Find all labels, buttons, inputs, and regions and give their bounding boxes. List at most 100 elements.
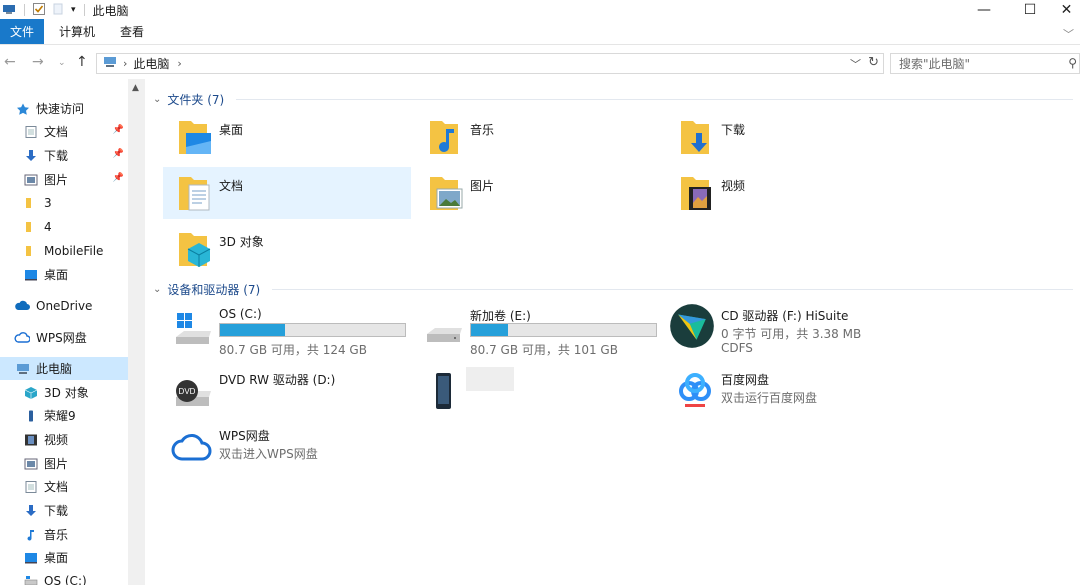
- address-bar[interactable]: › 此电脑 › ﹀ ↻: [96, 53, 884, 74]
- properties-checkmark-icon[interactable]: [33, 2, 45, 18]
- quick-access-toolbar: ▾: [0, 0, 85, 20]
- address-dropdown-chevron-icon[interactable]: ﹀: [850, 56, 861, 72]
- drive-item-dvd[interactable]: DVD DVD RW 驱动器 (D:): [163, 365, 411, 411]
- drive-icon: [24, 575, 38, 585]
- sidebar-item-onedrive[interactable]: OneDrive: [0, 294, 128, 317]
- tab-view[interactable]: 查看: [107, 19, 156, 44]
- sidebar-item-music[interactable]: 音乐: [0, 523, 128, 546]
- folder-item-videos[interactable]: 视频: [665, 167, 913, 219]
- sidebar-item-videos[interactable]: 视频: [0, 428, 128, 451]
- sidebar-item-pictures[interactable]: 图片: [0, 452, 128, 475]
- collapse-chevron-icon[interactable]: ⌄: [153, 284, 161, 295]
- search-icon[interactable]: ⚲: [1068, 56, 1077, 70]
- sidebar-item-folder-4[interactable]: 4: [0, 215, 128, 238]
- collapse-chevron-icon[interactable]: ⌄: [153, 94, 161, 105]
- folder-item-downloads[interactable]: 下载: [665, 111, 913, 163]
- customize-toolbar-chevron-icon[interactable]: ▾: [71, 5, 76, 15]
- tab-file[interactable]: 文件: [0, 19, 44, 44]
- sidebar-item-mobilefile[interactable]: MobileFile: [0, 239, 128, 262]
- folder-item-3d-objects[interactable]: 3D 对象: [163, 223, 411, 275]
- drive-item-c[interactable]: OS (C:) 80.7 GB 可用，共 124 GB: [163, 301, 411, 359]
- close-button[interactable]: ✕: [1053, 0, 1080, 20]
- documents-folder-icon: [179, 177, 210, 211]
- computer-icon: [103, 56, 117, 71]
- up-arrow-icon[interactable]: ↑: [76, 54, 88, 70]
- folders-group-header[interactable]: ⌄ 文件夹 (7): [153, 91, 1073, 108]
- music-folder-icon: [430, 121, 458, 154]
- sidebar-item-folder-3[interactable]: 3: [0, 191, 128, 214]
- folder-item-documents[interactable]: 文档: [163, 167, 411, 219]
- sidebar-item-this-pc[interactable]: 此电脑: [0, 357, 128, 380]
- pin-icon[interactable]: 📌: [113, 173, 124, 183]
- sidebar-item-quick-access[interactable]: 快速访问: [0, 97, 128, 120]
- ribbon-tabs: 文件 计算机 查看 ﹀: [0, 19, 1080, 45]
- drive-usage-fill: [220, 324, 285, 336]
- drive-usage-bar: [219, 323, 406, 337]
- scroll-up-arrow-icon[interactable]: ▲: [132, 83, 139, 93]
- desktop-folder-icon: [179, 121, 211, 154]
- pin-icon[interactable]: 📌: [113, 149, 124, 159]
- explorer-app-icon[interactable]: [2, 3, 16, 18]
- folder-icon: [24, 221, 38, 233]
- folder-icon: [24, 245, 38, 257]
- download-arrow-icon: [24, 504, 38, 517]
- dvd-drive-icon: DVD: [176, 380, 211, 406]
- cloud-outline-icon: [14, 331, 31, 344]
- folder-item-desktop[interactable]: 桌面: [163, 111, 411, 163]
- drive-item-e[interactable]: 新加卷 (E:) 80.7 GB 可用，共 101 GB: [414, 301, 662, 359]
- breadcrumb-separator-icon[interactable]: ›: [177, 57, 181, 70]
- forward-arrow-icon[interactable]: →: [32, 54, 44, 70]
- pictures-folder-icon: [430, 177, 463, 210]
- desktop-icon: [24, 552, 38, 564]
- sidebar-item-pictures[interactable]: 图片 📌: [0, 168, 128, 191]
- navigation-pane: 快速访问 文档 📌 下载 📌 图片 📌 3 4 MobileFile 桌面 On…: [0, 79, 145, 585]
- folder-item-music[interactable]: 音乐: [414, 111, 662, 163]
- breadcrumb-this-pc[interactable]: 此电脑: [133, 55, 169, 72]
- back-arrow-icon[interactable]: ←: [4, 54, 16, 70]
- computer-icon: [16, 363, 30, 375]
- document-icon: [24, 480, 38, 493]
- sidebar-item-desktop[interactable]: 桌面: [0, 546, 128, 569]
- maximize-button[interactable]: ☐: [1007, 0, 1053, 20]
- hisuite-icon: [670, 304, 714, 348]
- folder-item-pictures[interactable]: 图片: [414, 167, 662, 219]
- sidebar-item-documents[interactable]: 文档 📌: [0, 120, 128, 143]
- breadcrumb-separator-icon[interactable]: ›: [123, 57, 127, 70]
- sidebar-item-3d-objects[interactable]: 3D 对象: [0, 381, 128, 404]
- music-note-icon: [24, 529, 38, 541]
- tab-computer[interactable]: 计算机: [44, 19, 107, 44]
- sidebar-item-os-c[interactable]: OS (C:): [0, 569, 128, 585]
- videos-folder-icon: [681, 177, 711, 210]
- windows-drive-icon: [176, 313, 211, 344]
- document-icon: [24, 125, 38, 138]
- devices-group-header[interactable]: ⌄ 设备和驱动器 (7): [153, 281, 1073, 298]
- expand-ribbon-chevron-icon[interactable]: ﹀: [1063, 26, 1074, 42]
- search-placeholder: 搜索"此电脑": [899, 57, 971, 71]
- search-box[interactable]: 搜索"此电脑" ⚲: [890, 53, 1080, 74]
- device-item-baidu-netdisk[interactable]: 百度网盘 双击运行百度网盘: [665, 365, 913, 411]
- download-arrow-icon: [24, 149, 38, 162]
- window-title: 此电脑: [92, 3, 129, 18]
- sidebar-item-downloads[interactable]: 下载 📌: [0, 144, 128, 167]
- pin-icon[interactable]: 📌: [113, 125, 124, 135]
- new-folder-icon[interactable]: [53, 3, 63, 18]
- drive-usage-fill: [471, 324, 508, 336]
- sidebar-scrollbar[interactable]: ▲: [128, 79, 145, 585]
- folder-icon: [24, 197, 38, 209]
- sidebar-item-downloads[interactable]: 下载: [0, 499, 128, 522]
- sidebar-item-honor9[interactable]: 荣耀9: [0, 404, 128, 427]
- sidebar-item-wps-cloud[interactable]: WPS网盘: [0, 326, 128, 349]
- picture-icon: [24, 458, 38, 470]
- address-row: ← → ⌄ ↑ › 此电脑 › ﹀ ↻ 搜索"此电脑" ⚲: [0, 48, 1080, 78]
- refresh-icon[interactable]: ↻: [868, 55, 879, 70]
- sidebar-item-desktop[interactable]: 桌面: [0, 263, 128, 286]
- explorer-window: ▾ 此电脑 — ☐ ✕ 文件 计算机 查看 ﹀ ← → ⌄ ↑ › 此电脑 › …: [0, 0, 1080, 585]
- minimize-button[interactable]: —: [961, 0, 1007, 20]
- device-item-phone[interactable]: [414, 365, 662, 411]
- recent-locations-chevron-icon[interactable]: ⌄: [58, 58, 66, 68]
- device-item-wps-cloud[interactable]: WPS网盘 双击进入WPS网盘: [163, 421, 411, 467]
- film-icon: [24, 434, 38, 446]
- sidebar-item-documents[interactable]: 文档: [0, 475, 128, 498]
- star-icon: [16, 103, 30, 115]
- cube-icon: [24, 386, 38, 399]
